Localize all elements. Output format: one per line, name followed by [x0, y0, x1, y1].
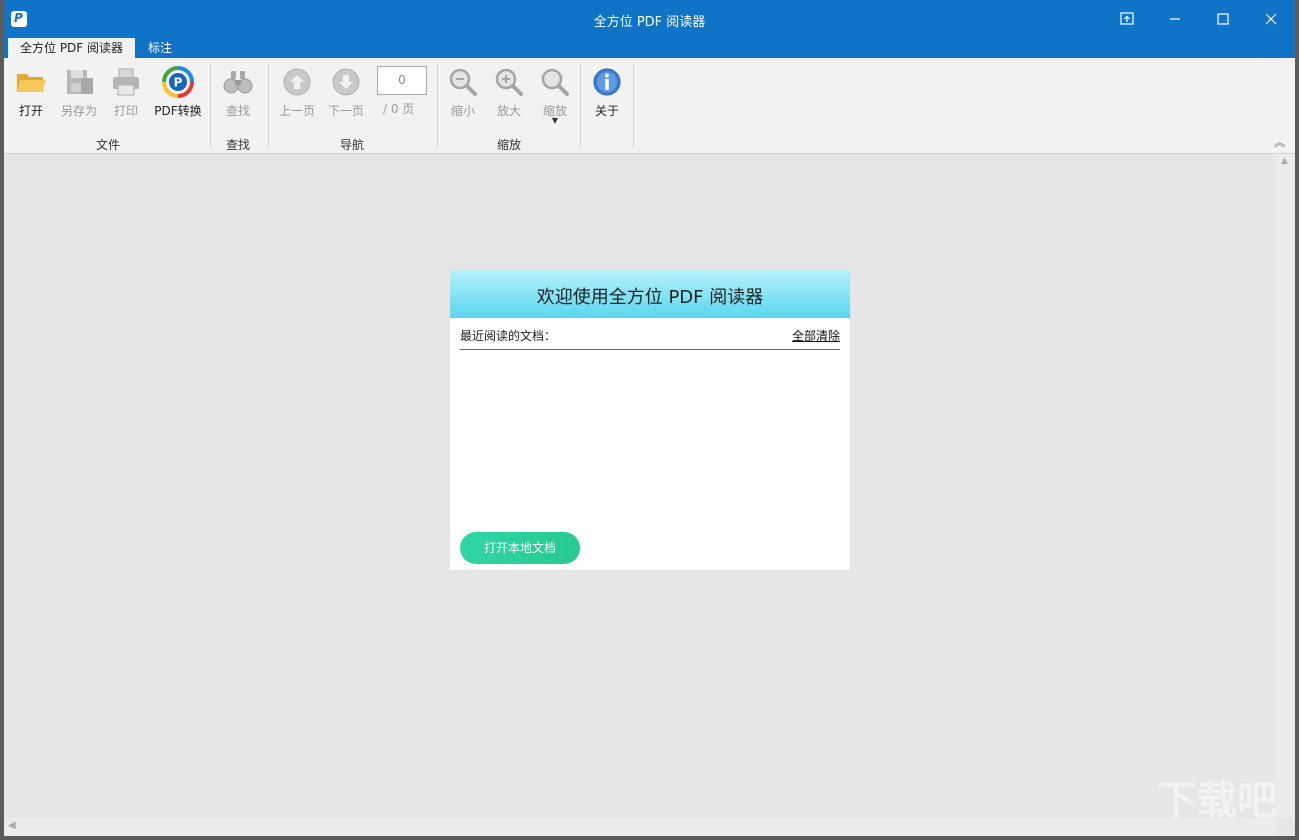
group-label-zoom: 缩放 [496, 138, 521, 152]
maximize-icon[interactable] [1208, 8, 1238, 30]
watermark-logo: 下载吧 [1157, 778, 1277, 824]
chevron-down-icon: ▼ [551, 116, 559, 125]
zoom-icon [541, 68, 569, 96]
ribbon-separator [210, 64, 211, 148]
zoom-dropdown-button[interactable]: 缩放 ▼ [534, 62, 576, 132]
svg-text:P: P [174, 76, 183, 90]
pdf-convert-button[interactable]: P PDF转换 [150, 62, 206, 132]
open-local-document-button[interactable]: 打开本地文档 [460, 532, 580, 564]
group-label-navigation: 导航 [339, 138, 364, 152]
vertical-scrollbar[interactable]: ▲ [1276, 154, 1295, 818]
ribbon-separator [437, 64, 438, 148]
arrow-up-circle-icon [283, 68, 311, 96]
welcome-header: 欢迎使用全方位 PDF 阅读器 [450, 270, 850, 318]
scroll-up-icon[interactable]: ▲ [1281, 156, 1288, 166]
divider [460, 349, 840, 350]
binoculars-icon [223, 71, 253, 94]
info-icon [593, 68, 621, 96]
ribbon: 打开 另存为 打印 P PDF转换 文件 查找 查找 上一页 下一页 0 / 0… [4, 58, 1295, 154]
ribbon-tabs: 全方位 PDF 阅读器 标注 [4, 36, 1295, 58]
group-label-file: 文件 [95, 138, 120, 152]
welcome-panel: 欢迎使用全方位 PDF 阅读器 最近阅读的文档： 全部清除 打开本地文档 [450, 270, 850, 570]
collapse-ribbon-icon[interactable]: ︽ [1274, 134, 1285, 150]
next-page-button[interactable]: 下一页 [323, 62, 369, 132]
zoom-out-icon [449, 68, 477, 96]
zoom-in-icon [495, 68, 523, 96]
restore-ribbon-icon[interactable] [1112, 8, 1142, 30]
save-icon [67, 70, 93, 94]
window-title: 全方位 PDF 阅读器 [593, 15, 706, 30]
welcome-title: 欢迎使用全方位 PDF 阅读器 [536, 287, 764, 308]
folder-open-icon [17, 74, 46, 92]
title-bar: 全方位 PDF 阅读器 [4, 0, 1295, 36]
app-window: 全方位 PDF 阅读器 全方位 PDF 阅读器 标注 打开 [4, 0, 1295, 836]
recent-documents-label: 最近阅读的文档： [460, 329, 557, 343]
close-icon[interactable] [1256, 8, 1286, 30]
find-button[interactable]: 查找 [216, 62, 260, 132]
open-button[interactable]: 打开 [10, 62, 52, 132]
ribbon-separator [580, 64, 581, 148]
page-total: / 0 页 [383, 102, 415, 116]
printer-icon [113, 68, 139, 96]
group-label-find: 查找 [225, 138, 250, 152]
minimize-icon[interactable] [1160, 8, 1190, 30]
tab-annotate[interactable]: 标注 [136, 38, 184, 58]
print-button[interactable]: 打印 [106, 62, 146, 132]
scroll-left-icon[interactable]: ◀ [8, 820, 16, 831]
ribbon-separator [268, 64, 269, 148]
about-button[interactable]: 关于 [588, 62, 626, 132]
pdf-convert-icon: P [162, 66, 194, 98]
prev-page-button[interactable]: 上一页 [274, 62, 320, 132]
clear-all-link[interactable]: 全部清除 [792, 327, 840, 344]
ribbon-separator [633, 64, 634, 148]
horizontal-scrollbar[interactable]: ◀ [4, 818, 1276, 836]
tab-home[interactable]: 全方位 PDF 阅读器 [8, 38, 136, 58]
zoom-out-button[interactable]: 缩小 [442, 62, 484, 132]
arrow-down-circle-icon [332, 68, 360, 96]
zoom-in-button[interactable]: 放大 [488, 62, 530, 132]
save-as-button[interactable]: 另存为 [56, 62, 102, 132]
page-number-input[interactable]: 0 [377, 66, 427, 95]
